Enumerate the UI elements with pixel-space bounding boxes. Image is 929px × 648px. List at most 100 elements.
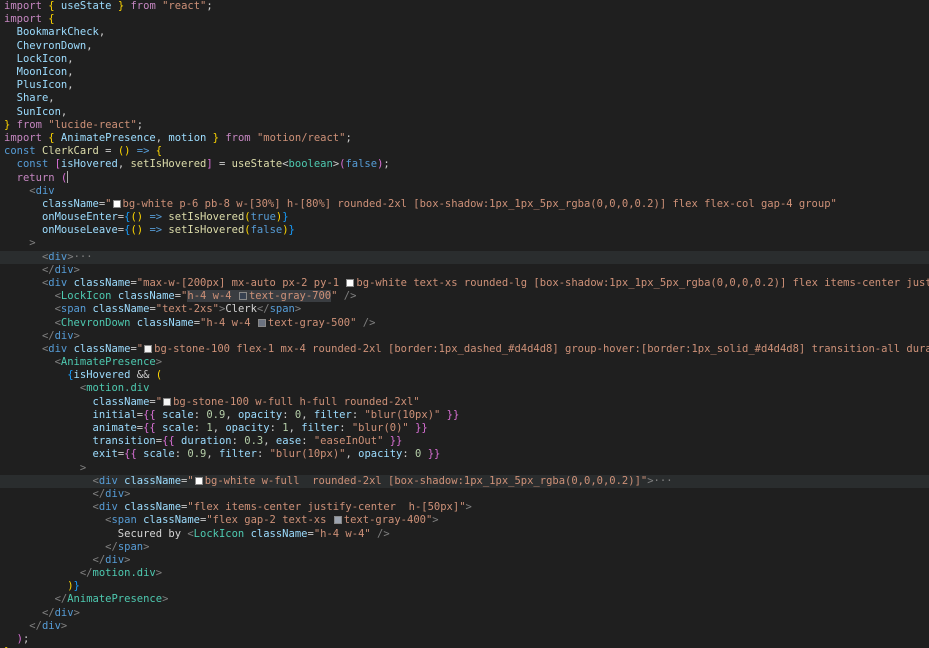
code-line-text: onMouseLeave={() => setIsHovered(false)} [41, 224, 295, 237]
code-line[interactable]: </span> [0, 541, 929, 554]
code-line-text: > [79, 461, 87, 474]
code-line-text: PlusIcon, [16, 79, 74, 92]
code-line-text: </span> [105, 540, 150, 553]
code-line[interactable]: onMouseLeave={() => setIsHovered(false)} [0, 224, 929, 237]
code-line-text: </div> [92, 487, 131, 500]
code-line[interactable]: ChevronDown, [0, 40, 929, 53]
code-line-text: className=" bg-stone-100 w-full h-full ro… [92, 395, 420, 408]
code-line[interactable]: animate={{ scale: 1, opacity: 1, filter:… [0, 422, 929, 435]
code-line[interactable]: </div> [0, 488, 929, 501]
code-line[interactable]: MoonIcon, [0, 66, 929, 79]
code-line-text: <div className="max-w-[200px] mx-auto px… [41, 276, 929, 289]
code-line[interactable]: </motion.div> [0, 567, 929, 580]
code-line[interactable]: </div> [0, 620, 929, 633]
code-line[interactable]: Share, [0, 92, 929, 105]
code-line-text: Share, [16, 92, 55, 105]
code-line-text: animate={{ scale: 1, opacity: 1, filter:… [92, 422, 428, 434]
code-line-text: <span className="flex gap-2 text-xs text… [105, 514, 439, 527]
code-line[interactable]: exit={{ scale: 0.9, filter: "blur(10px)"… [0, 448, 929, 461]
code-line-text: ); [16, 633, 30, 645]
code-line[interactable]: <div className="max-w-[200px] mx-auto px… [0, 277, 929, 290]
color-swatch-icon [144, 344, 153, 353]
code-line-text: <ChevronDown className="h-4 w-4 text-gra… [54, 316, 376, 329]
code-line[interactable]: SunIcon, [0, 106, 929, 119]
code-line[interactable]: } from "lucide-react"; [0, 119, 929, 132]
color-swatch-icon [163, 397, 172, 406]
code-line-text: </motion.div> [79, 567, 163, 580]
code-line[interactable]: import { useState } from "react"; [0, 0, 929, 13]
code-line[interactable]: <ChevronDown className="h-4 w-4 text-gra… [0, 317, 929, 330]
code-line-text: > [29, 237, 36, 250]
code-line[interactable]: BookmarkCheck, [0, 26, 929, 39]
code-line-text: <motion.div [79, 382, 150, 395]
code-line-text: } from "lucide-react"; [4, 118, 144, 131]
code-line-text: MoonIcon, [16, 65, 74, 78]
code-line[interactable]: <div>··· [0, 250, 929, 264]
code-line-text: BookmarkCheck, [16, 26, 106, 39]
code-line[interactable]: ); [0, 633, 929, 646]
code-line[interactable]: > [0, 237, 929, 250]
code-line[interactable]: LockIcon, [0, 53, 929, 66]
code-line[interactable]: import { AnimatePresence, motion } from … [0, 132, 929, 145]
color-swatch-icon [257, 318, 266, 327]
code-line[interactable]: </div> [0, 554, 929, 567]
code-line-text: <LockIcon className="h-4 w-4 text-gray-7… [54, 290, 357, 303]
code-line-text: import { AnimatePresence, motion } from … [4, 131, 352, 144]
code-line[interactable]: {isHovered && ( [0, 369, 929, 382]
code-line-text: LockIcon, [16, 52, 74, 65]
code-line[interactable]: )} [0, 580, 929, 593]
code-line-text: )} [67, 580, 80, 593]
code-line-text: initial={{ scale: 0.9, opacity: 0, filte… [92, 408, 460, 421]
code-line[interactable]: </div> [0, 264, 929, 277]
code-line[interactable]: </div> [0, 330, 929, 343]
code-line[interactable]: const ClerkCard = () => { [0, 145, 929, 158]
code-line[interactable]: <LockIcon className="h-4 w-4 text-gray-7… [0, 290, 929, 303]
code-line-text: </div> [41, 606, 80, 619]
fold-ellipsis-icon[interactable]: ··· [74, 251, 93, 263]
code-line-text: return ( [16, 171, 69, 185]
code-line[interactable]: </AnimatePresence> [0, 593, 929, 606]
code-line-text: <div [29, 184, 55, 197]
code-line[interactable]: className=" bg-stone-100 w-full h-full ro… [0, 396, 929, 409]
code-line-text: <div className=" bg-stone-100 flex-1 mx-4… [41, 342, 929, 355]
code-line-text: <AnimatePresence> [54, 356, 163, 369]
code-line[interactable]: <div className=" bg-stone-100 flex-1 mx-4… [0, 343, 929, 356]
code-line[interactable]: const [isHovered, setIsHovered] = useSta… [0, 158, 929, 171]
code-line[interactable]: Secured by <LockIcon className="h-4 w-4"… [0, 528, 929, 541]
code-line-text: import { useState } from "react"; [4, 0, 213, 12]
code-line[interactable]: return ( [0, 171, 929, 184]
code-line[interactable]: import { [0, 13, 929, 26]
code-line[interactable]: <div className=" bg-white w-full rounded-… [0, 474, 929, 488]
code-line-text: className=" bg-white p-6 pb-8 w-[30%] h-[… [41, 197, 837, 210]
code-line[interactable]: initial={{ scale: 0.9, opacity: 0, filte… [0, 409, 929, 422]
code-line-text: </div> [41, 329, 80, 342]
code-line-text: import { [4, 13, 55, 26]
text-cursor [67, 171, 69, 184]
code-line-text: </div> [41, 263, 80, 276]
color-swatch-icon [333, 516, 342, 525]
code-line[interactable]: PlusIcon, [0, 79, 929, 92]
code-line-text: transition={{ duration: 0.3, ease: "ease… [92, 435, 403, 448]
code-line[interactable]: <AnimatePresence> [0, 356, 929, 369]
color-swatch-icon [112, 199, 121, 208]
code-line[interactable]: <motion.div [0, 382, 929, 395]
code-line[interactable]: <span className="flex gap-2 text-xs text… [0, 514, 929, 527]
code-editor[interactable]: import { useState } from "react"; import… [0, 0, 929, 648]
code-line[interactable]: <div className="flex items-center justif… [0, 501, 929, 514]
code-line-text: const ClerkCard = () => { [4, 145, 163, 158]
color-swatch-icon [194, 476, 203, 485]
code-line[interactable]: </div> [0, 607, 929, 620]
code-line[interactable]: <span className="text-2xs">Clerk</span> [0, 303, 929, 316]
code-line[interactable]: <div [0, 185, 929, 198]
code-line-text: <div className="flex items-center justif… [92, 501, 472, 514]
code-line-text: ChevronDown, [16, 39, 93, 52]
color-swatch-icon [238, 292, 247, 301]
code-line-text: </div> [29, 619, 68, 632]
code-line[interactable]: onMouseEnter={() => setIsHovered(true)} [0, 211, 929, 224]
code-line-text: const [isHovered, setIsHovered] = useSta… [16, 158, 390, 171]
code-line[interactable]: > [0, 462, 929, 475]
fold-ellipsis-icon[interactable]: ··· [654, 475, 673, 487]
code-line-text: </div> [92, 553, 131, 566]
code-line[interactable]: transition={{ duration: 0.3, ease: "ease… [0, 435, 929, 448]
code-line[interactable]: className=" bg-white p-6 pb-8 w-[30%] h-[… [0, 198, 929, 211]
